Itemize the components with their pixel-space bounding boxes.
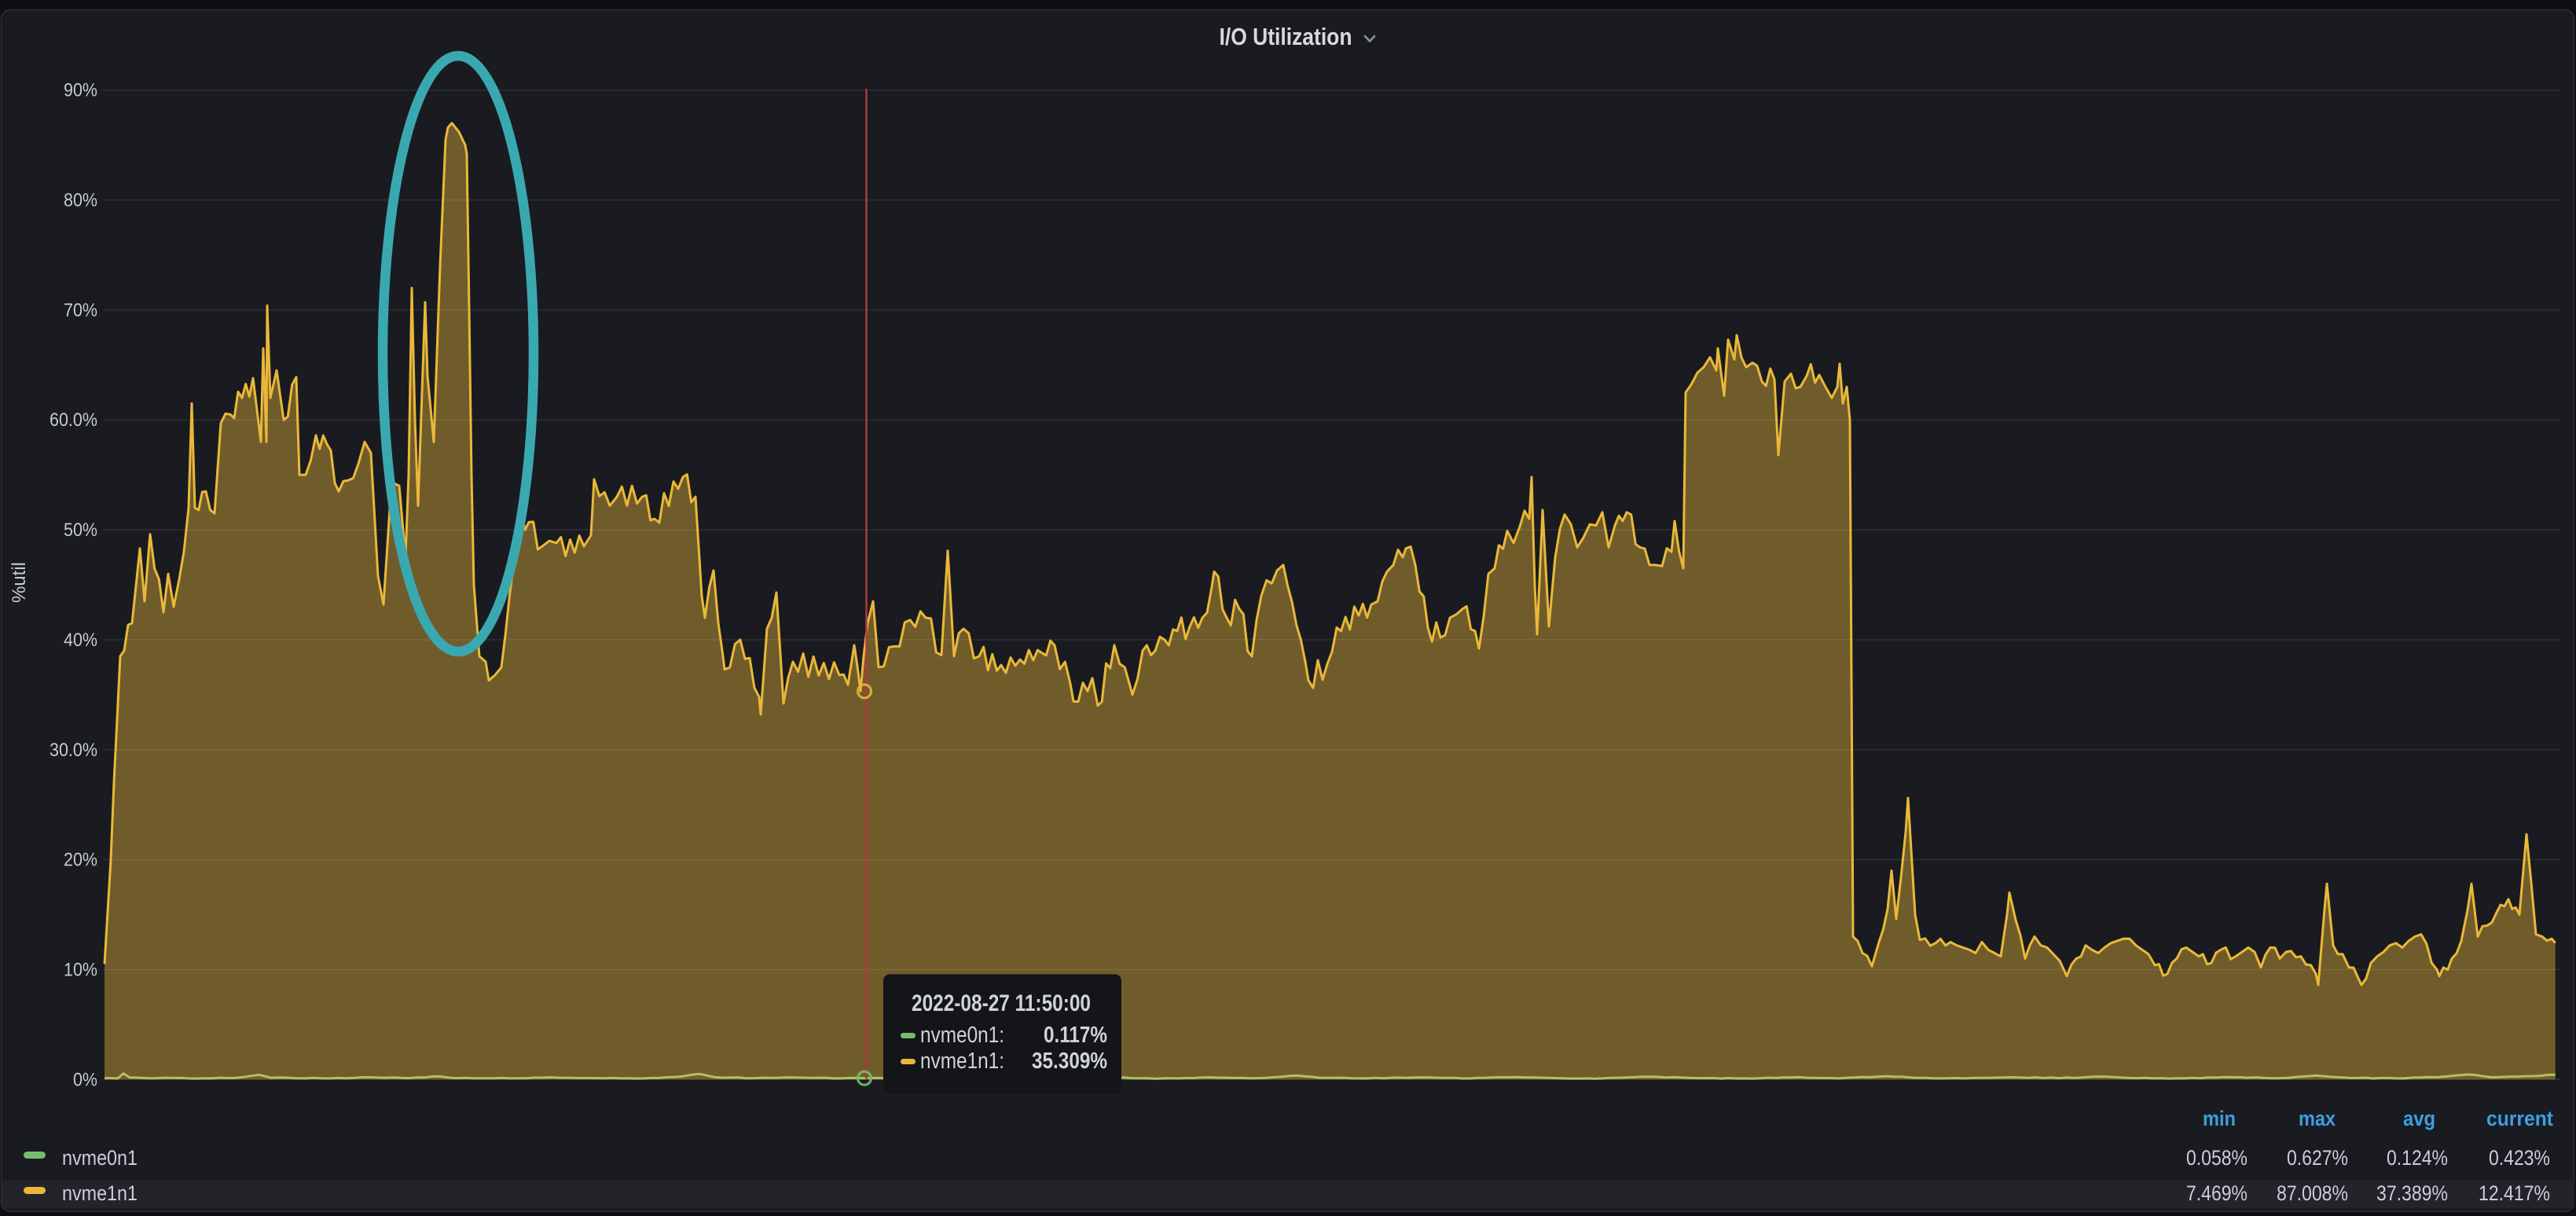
svg-text:90%: 90%	[64, 80, 97, 101]
svg-text:37.389%: 37.389%	[2376, 1181, 2448, 1205]
svg-text:40%: 40%	[64, 630, 97, 651]
svg-text:nvme1n1:: nvme1n1:	[920, 1049, 1004, 1074]
svg-text:10%: 10%	[64, 960, 97, 981]
svg-text:I/O Utilization: I/O Utilization	[1220, 23, 1352, 50]
svg-text:80%: 80%	[64, 190, 97, 211]
svg-text:min: min	[2203, 1107, 2236, 1130]
svg-text:nvme1n1: nvme1n1	[62, 1181, 138, 1205]
svg-text:avg: avg	[2403, 1107, 2435, 1130]
svg-text:30.0%: 30.0%	[50, 740, 97, 761]
svg-text:35.309%: 35.309%	[1032, 1049, 1107, 1074]
svg-text:70%: 70%	[64, 299, 97, 321]
svg-text:0.058%: 0.058%	[2186, 1146, 2248, 1170]
svg-text:20%: 20%	[64, 850, 97, 871]
svg-text:60.0%: 60.0%	[50, 410, 97, 431]
svg-text:12.417%: 12.417%	[2479, 1181, 2550, 1205]
svg-text:current: current	[2486, 1107, 2553, 1130]
svg-text:0.117%: 0.117%	[1044, 1023, 1107, 1048]
svg-text:nvme0n1:: nvme0n1:	[920, 1023, 1004, 1048]
svg-text:7.469%: 7.469%	[2186, 1181, 2248, 1205]
svg-text:0.423%: 0.423%	[2489, 1146, 2550, 1170]
svg-text:2022-08-27 11:50:00: 2022-08-27 11:50:00	[912, 990, 1091, 1016]
svg-text:0.124%: 0.124%	[2387, 1146, 2448, 1170]
svg-text:nvme0n1: nvme0n1	[62, 1146, 138, 1170]
svg-text:87.008%: 87.008%	[2277, 1181, 2348, 1205]
svg-text:max: max	[2299, 1107, 2336, 1130]
svg-text:%util: %util	[9, 562, 30, 603]
svg-text:50%: 50%	[64, 520, 97, 541]
svg-text:0.627%: 0.627%	[2287, 1146, 2348, 1170]
svg-text:0%: 0%	[73, 1069, 97, 1090]
